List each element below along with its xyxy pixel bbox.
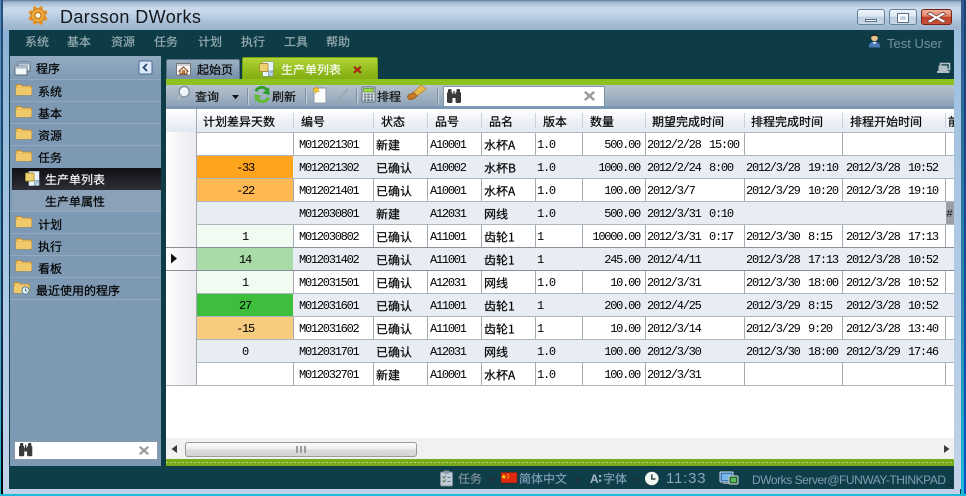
svg-text:A: A [590,472,599,486]
svg-text:#: # [947,208,954,220]
